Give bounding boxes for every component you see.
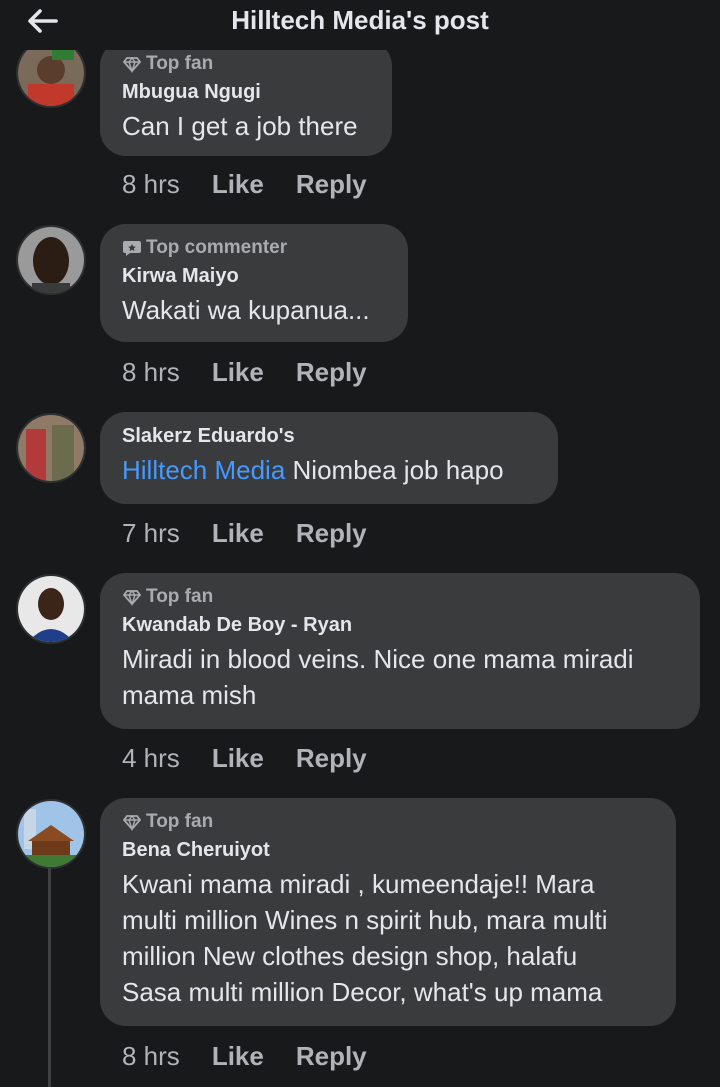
comment-time[interactable]: 8 hrs — [122, 354, 180, 390]
comment-bubble[interactable]: Slakerz Eduardo's Hilltech Media Niombea… — [100, 412, 558, 504]
comment-actions: 8 hrs Like Reply — [122, 1038, 367, 1074]
comment-time[interactable]: 8 hrs — [122, 1038, 180, 1074]
page-title: Hilltech Media's post — [231, 5, 489, 35]
comment-time[interactable]: 4 hrs — [122, 740, 180, 776]
comment-bubble[interactable]: Top fan Kwandab De Boy - Ryan Miradi in … — [100, 573, 700, 729]
comment-bubble[interactable]: Top fan Mbugua Ngugi Can I get a job the… — [100, 40, 392, 156]
comment-author[interactable]: Kirwa Maiyo — [122, 264, 386, 288]
comment-time[interactable]: 8 hrs — [122, 166, 180, 202]
like-button[interactable]: Like — [212, 515, 264, 551]
comment-text: Kwani mama miradi , kumeendaje!! Mara mu… — [122, 869, 608, 1007]
avatar[interactable] — [16, 799, 86, 869]
top-fan-badge: Top fan — [122, 52, 370, 76]
reply-button[interactable]: Reply — [296, 515, 367, 551]
comment-actions: 7 hrs Like Reply — [122, 515, 367, 551]
diamond-icon — [122, 814, 142, 832]
avatar[interactable] — [16, 225, 86, 295]
diamond-icon — [122, 56, 142, 74]
comment-actions: 8 hrs Like Reply — [122, 354, 367, 390]
top-fan-badge: Top fan — [122, 810, 654, 834]
avatar[interactable] — [16, 574, 86, 644]
avatar[interactable] — [16, 413, 86, 483]
top-commenter-badge: Top commenter — [122, 236, 386, 260]
reply-button[interactable]: Reply — [296, 354, 367, 390]
comment-bubble[interactable]: Top fan Bena Cheruiyot Kwani mama miradi… — [100, 798, 676, 1026]
comment-time[interactable]: 7 hrs — [122, 515, 180, 551]
comment-text: Hilltech Media Niombea job hapo — [122, 455, 504, 485]
comment-text: Wakati wa kupanua... — [122, 295, 370, 325]
comment-text: Miradi in blood veins. Nice one mama mir… — [122, 644, 634, 710]
like-button[interactable]: Like — [212, 1038, 264, 1074]
comment-bubble[interactable]: Top commenter Kirwa Maiyo Wakati wa kupa… — [100, 224, 408, 342]
reply-button[interactable]: Reply — [296, 166, 367, 202]
comment-author[interactable]: Mbugua Ngugi — [122, 80, 370, 104]
comment-actions: 8 hrs Like Reply — [122, 166, 367, 202]
mention-link[interactable]: Hilltech Media — [122, 455, 285, 485]
like-button[interactable]: Like — [212, 166, 264, 202]
reply-button[interactable]: Reply — [296, 1038, 367, 1074]
like-button[interactable]: Like — [212, 740, 264, 776]
top-fan-badge: Top fan — [122, 585, 678, 609]
speech-bubble-icon — [123, 241, 141, 256]
reply-thread-line — [48, 868, 51, 1087]
comment-actions: 4 hrs Like Reply — [122, 740, 367, 776]
comment-author[interactable]: Kwandab De Boy - Ryan — [122, 613, 678, 637]
comment-text: Can I get a job there — [122, 111, 358, 141]
diamond-icon — [122, 589, 142, 607]
like-button[interactable]: Like — [212, 354, 264, 390]
reply-button[interactable]: Reply — [296, 740, 367, 776]
comment-author[interactable]: Bena Cheruiyot — [122, 838, 654, 862]
header-bar: Hilltech Media's post — [0, 0, 720, 50]
comment-author[interactable]: Slakerz Eduardo's — [122, 424, 536, 448]
